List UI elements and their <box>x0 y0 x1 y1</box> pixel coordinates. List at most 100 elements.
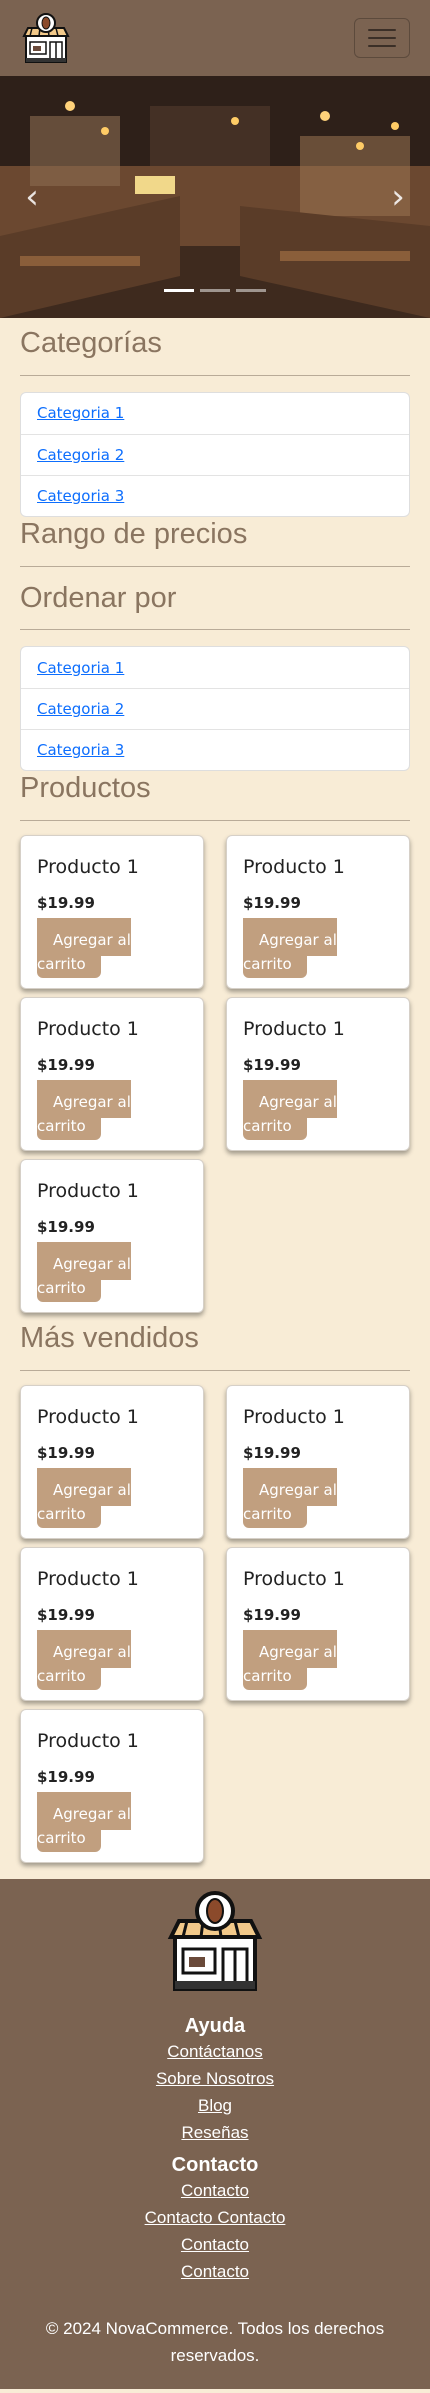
add-to-cart-button[interactable]: Agregar al carrito <box>37 1467 131 1530</box>
footer-link-resenas[interactable]: Reseñas <box>0 2119 430 2146</box>
main-content: Categorías Categoria 1 Categoria 2 Categor… <box>0 326 430 1863</box>
list-item: Categoria 2 <box>21 688 409 729</box>
hamburger-icon <box>368 29 396 31</box>
button-label: Agregar al <box>259 1093 337 1112</box>
product-price: $19.99 <box>37 1218 95 1237</box>
carousel-next-button[interactable]: › <box>378 177 418 217</box>
add-to-cart-button[interactable]: Agregar al carrito <box>37 1629 131 1692</box>
footer-link-contacto[interactable]: Contacto Contacto <box>0 2204 430 2231</box>
categorias-list: Categoria 1 Categoria 2 Categoria 3 <box>20 391 410 517</box>
product-name: Producto 1 <box>37 1405 139 1428</box>
product-price: $19.99 <box>37 1605 95 1624</box>
product-card: Producto 1 $19.99 Agregar al carrito <box>20 1384 204 1539</box>
button-label: carrito <box>37 1828 86 1847</box>
divider <box>20 1369 410 1371</box>
product-price: $19.99 <box>37 1443 95 1462</box>
category-link[interactable]: Categoria 1 <box>37 404 124 422</box>
button-label: carrito <box>37 1117 86 1136</box>
footer-link-blog[interactable]: Blog <box>0 2092 430 2119</box>
button-label: carrito <box>37 1279 86 1298</box>
add-to-cart-button[interactable]: Agregar al carrito <box>243 1080 337 1142</box>
button-label: Agregar al <box>53 931 131 950</box>
button-label: carrito <box>243 1666 292 1685</box>
carousel-indicator[interactable] <box>164 289 194 292</box>
product-name: Producto 1 <box>243 1567 345 1590</box>
categorias-title: Categorías <box>20 327 162 359</box>
button-label: Agregar al <box>53 1480 131 1499</box>
button-label: Agregar al <box>259 931 337 950</box>
list-item: Categoria 2 <box>21 433 409 475</box>
button-label: carrito <box>243 1117 292 1136</box>
rango-precios-title: Rango de precios <box>20 517 248 550</box>
divider <box>20 374 410 376</box>
product-name: Producto 1 <box>37 1180 139 1203</box>
copyright-text: © 2024 NovaCommerce. Todos los derechos … <box>45 2318 385 2365</box>
hero-carousel[interactable]: ‹ › <box>0 76 430 318</box>
add-to-cart-button[interactable]: Agregar al carrito <box>37 918 131 980</box>
divider <box>20 565 410 567</box>
product-card: Producto 1 $19.99 Agregar al carrito <box>20 835 204 990</box>
product-card: Producto 1 $19.99 Agregar al carrito <box>226 1384 410 1539</box>
footer-ayuda-links: Contáctanos Sobre Nosotros Blog Reseñas <box>0 2038 430 2146</box>
ordenar-list: Categoria 1 Categoria 2 Categoria 3 <box>20 646 410 772</box>
add-to-cart-button[interactable]: Agregar al carrito <box>243 1467 337 1530</box>
footer-contacto-links: Contacto Contacto Contacto Contacto Cont… <box>0 2177 430 2285</box>
product-price: $19.99 <box>243 1605 301 1624</box>
carousel-indicator[interactable] <box>200 289 230 292</box>
carousel-prev-button[interactable]: ‹ <box>12 177 52 217</box>
product-card: Producto 1 $19.99 Agregar al carrito <box>226 835 410 990</box>
product-card: Producto 1 $19.99 Agregar al carrito <box>20 997 204 1152</box>
add-to-cart-button[interactable]: Agregar al carrito <box>37 1080 131 1142</box>
product-card: Producto 1 $19.99 Agregar al carrito <box>226 1546 410 1701</box>
button-label: carrito <box>37 955 86 974</box>
product-card: Producto 1 $19.99 Agregar al carrito <box>226 997 410 1152</box>
mas-vendidos-grid: Producto 1 $19.99 Agregar al carrito Product… <box>20 1384 410 1863</box>
button-label: carrito <box>243 955 292 974</box>
button-label: Agregar al <box>53 1642 131 1661</box>
button-label: Agregar al <box>53 1093 131 1112</box>
divider <box>20 629 410 631</box>
product-name: Producto 1 <box>243 856 345 879</box>
product-name: Producto 1 <box>37 856 139 879</box>
carousel-indicators <box>0 289 430 292</box>
category-link[interactable]: Categoria 3 <box>37 741 124 759</box>
product-name: Producto 1 <box>37 1018 139 1041</box>
category-link[interactable]: Categoria 2 <box>37 446 124 464</box>
product-name: Producto 1 <box>37 1567 139 1590</box>
ordenar-title: Ordenar por <box>20 581 177 614</box>
productos-title: Productos <box>20 772 151 805</box>
button-label: Agregar al <box>53 1255 131 1274</box>
footer-ayuda-title: Ayuda <box>184 2014 246 2037</box>
carousel-indicator[interactable] <box>236 289 266 292</box>
category-link[interactable]: Categoria 2 <box>37 700 124 718</box>
product-price: $19.99 <box>243 894 301 913</box>
category-link[interactable]: Categoria 3 <box>37 487 124 505</box>
product-name: Producto 1 <box>243 1405 345 1428</box>
add-to-cart-button[interactable]: Agregar al carrito <box>37 1242 131 1304</box>
product-name: Producto 1 <box>243 1018 345 1041</box>
product-card: Producto 1 $19.99 Agregar al carrito <box>20 1159 204 1314</box>
coffee-shop-icon[interactable] <box>20 12 72 64</box>
product-price: $19.99 <box>37 1767 95 1786</box>
footer-link-contacto[interactable]: Contacto <box>0 2258 430 2285</box>
footer-link-contacto[interactable]: Contacto <box>0 2177 430 2204</box>
button-label: carrito <box>243 1504 292 1523</box>
list-item: Categoria 3 <box>21 729 409 770</box>
list-item: Categoria 1 <box>21 393 409 434</box>
product-name: Producto 1 <box>37 1729 139 1752</box>
navbar-toggler[interactable] <box>354 18 410 58</box>
product-price: $19.99 <box>243 1443 301 1462</box>
add-to-cart-button[interactable]: Agregar al carrito <box>243 918 337 980</box>
add-to-cart-button[interactable]: Agregar al carrito <box>37 1791 131 1854</box>
footer: Ayuda Contáctanos Sobre Nosotros Blog Re… <box>0 1878 430 2389</box>
category-link[interactable]: Categoria 1 <box>37 659 124 677</box>
button-label: Agregar al <box>53 1804 131 1823</box>
footer-link-contactanos[interactable]: Contáctanos <box>0 2038 430 2065</box>
add-to-cart-button[interactable]: Agregar al carrito <box>243 1629 337 1692</box>
footer-link-contacto[interactable]: Contacto <box>0 2231 430 2258</box>
button-label: carrito <box>37 1666 86 1685</box>
carousel-image <box>0 76 430 318</box>
footer-link-sobre-nosotros[interactable]: Sobre Nosotros <box>0 2065 430 2092</box>
mas-vendidos-title: Más vendidos <box>20 1322 199 1355</box>
button-label: Agregar al <box>259 1642 337 1661</box>
